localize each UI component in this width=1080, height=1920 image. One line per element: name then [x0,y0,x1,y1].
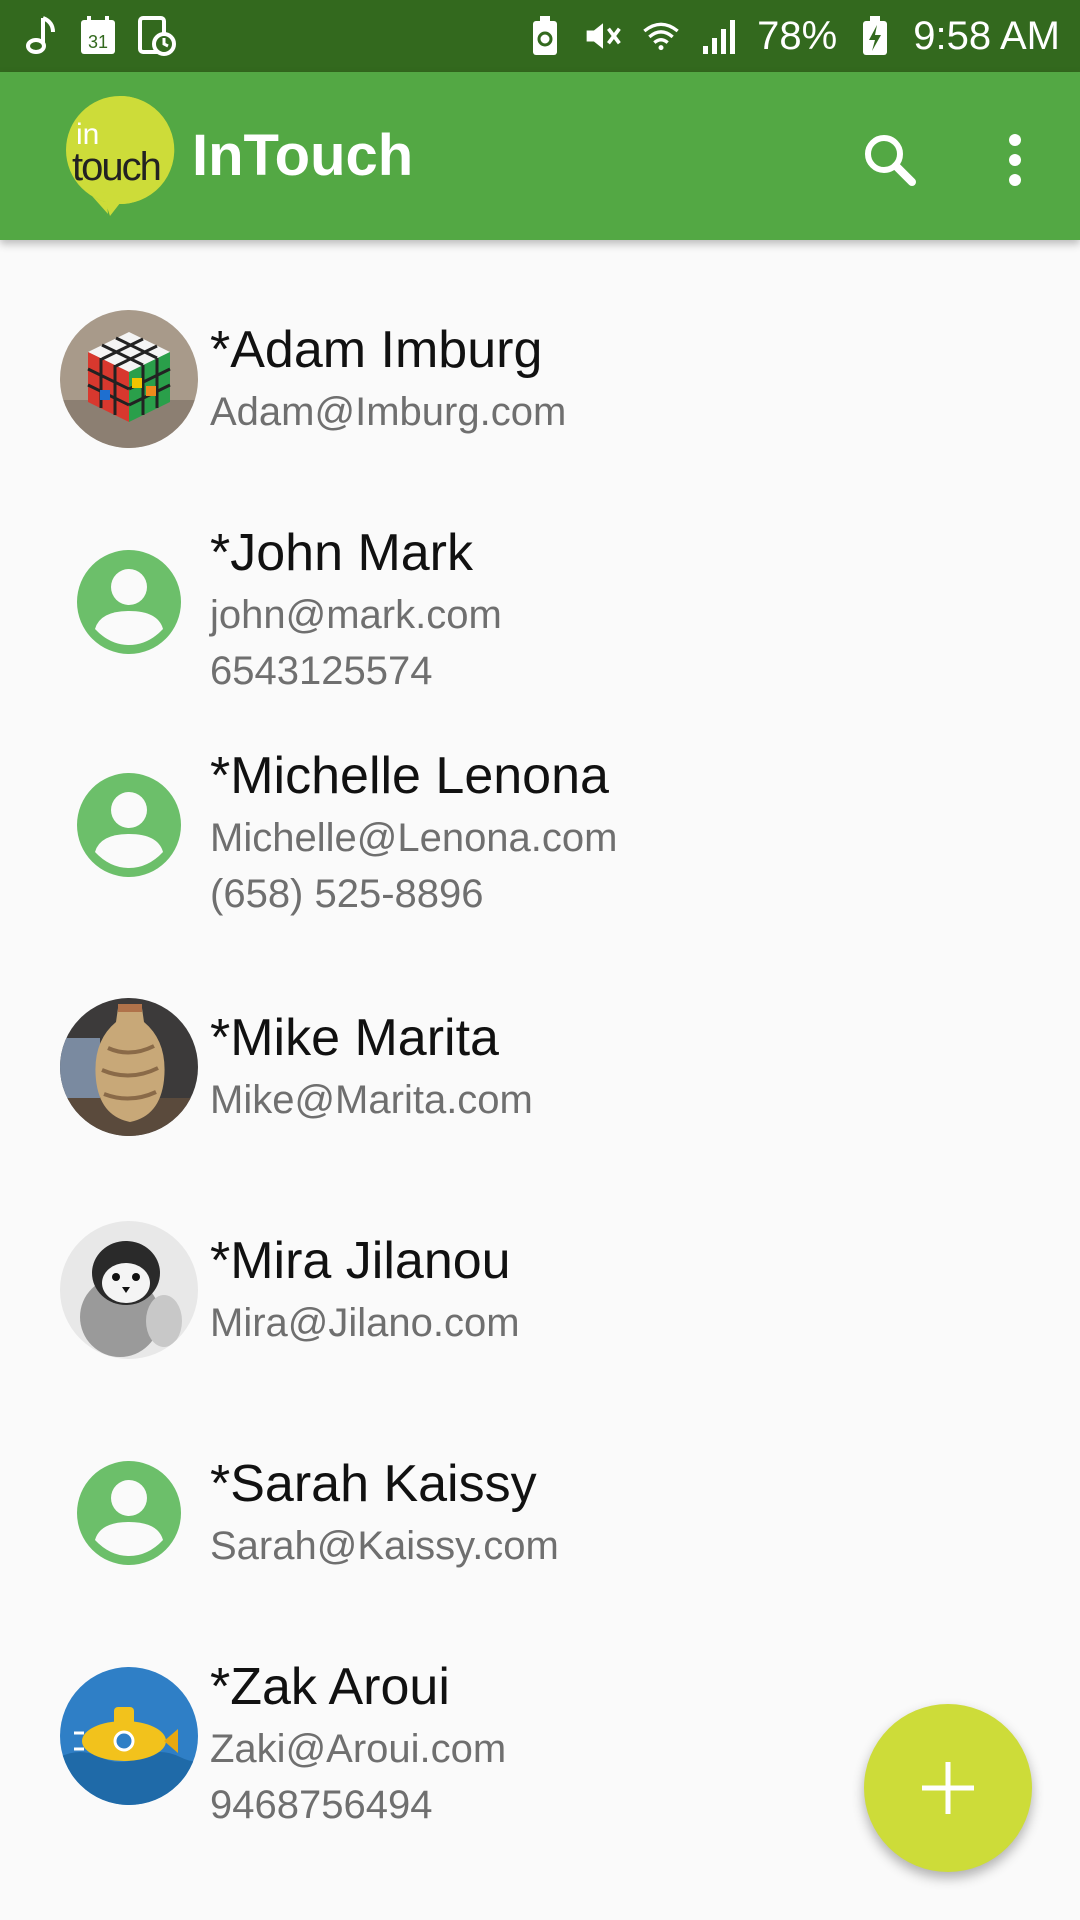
default-person-icon [60,1444,198,1582]
contact-email: Sarah@Kaissy.com [210,1524,559,1568]
app-logo: in touch [62,92,178,216]
vibrate-mute-icon [583,16,623,56]
contact-phone: (658) 525-8896 [210,872,484,916]
contact-phone: 6543125574 [210,649,433,693]
add-contact-button[interactable] [864,1704,1032,1872]
contact-item[interactable]: *Michelle Lenona Michelle@Lenona.com (65… [0,747,1080,976]
contact-email: john@mark.com [210,593,502,637]
contact-photo-penguin [60,1221,198,1359]
battery-percent: 78% [757,13,838,58]
app-title: InTouch [192,123,414,188]
more-vert-icon [1009,134,1021,186]
contact-email: Zaki@Aroui.com [210,1727,507,1771]
default-person-icon [60,756,198,894]
contact-email: Mira@Jilano.com [210,1301,520,1345]
plus-icon [922,1762,974,1814]
contact-item[interactable]: *John Mark john@mark.com 6543125574 [0,524,1080,753]
contact-photo-submarine [60,1667,198,1805]
app-bar: in touch InTouch [0,72,1080,240]
signal-icon [699,16,739,56]
contact-name: *Michelle Lenona [210,747,609,805]
battery-saver-icon [525,16,565,56]
clock: 9:58 AM [913,13,1060,58]
wifi-icon [641,16,681,56]
status-bar: 31 78% 9:58 AM [0,0,1080,72]
default-person-icon [60,533,198,671]
contact-name: *Mira Jilanou [210,1232,511,1290]
contact-email: Michelle@Lenona.com [210,816,618,860]
status-left-icons: 31 [20,16,176,56]
more-options-button[interactable] [980,120,1050,200]
calendar-day: 31 [88,32,108,52]
contact-item[interactable]: *Sarah Kaissy Sarah@Kaissy.com [0,1444,1080,1664]
contact-name: *Zak Aroui [210,1658,450,1716]
contact-item[interactable]: *Mira Jilanou Mira@Jilano.com [0,1221,1080,1441]
search-button[interactable] [850,120,930,200]
music-note-icon [20,16,60,56]
contact-email: Adam@Imburg.com [210,390,567,434]
contact-item[interactable]: *Adam Imburg Adam@Imburg.com [0,310,1080,530]
logo-text-bottom: touch [72,145,160,189]
calendar-icon: 31 [78,16,118,56]
contact-name: *John Mark [210,524,473,582]
contact-name: *Adam Imburg [210,321,543,379]
contact-item[interactable]: *Mike Marita Mike@Marita.com [0,998,1080,1218]
contact-name: *Mike Marita [210,1009,499,1067]
status-right-icons: 78% 9:58 AM [525,14,1060,59]
contact-photo-rubiks-cube [60,310,198,448]
search-icon [865,135,916,186]
battery-charging-icon [855,16,895,56]
contact-name: *Sarah Kaissy [210,1455,537,1513]
screen-record-icon [136,16,176,56]
contact-phone: 9468756494 [210,1783,433,1827]
contact-photo-vase [60,998,198,1136]
contact-email: Mike@Marita.com [210,1078,533,1122]
